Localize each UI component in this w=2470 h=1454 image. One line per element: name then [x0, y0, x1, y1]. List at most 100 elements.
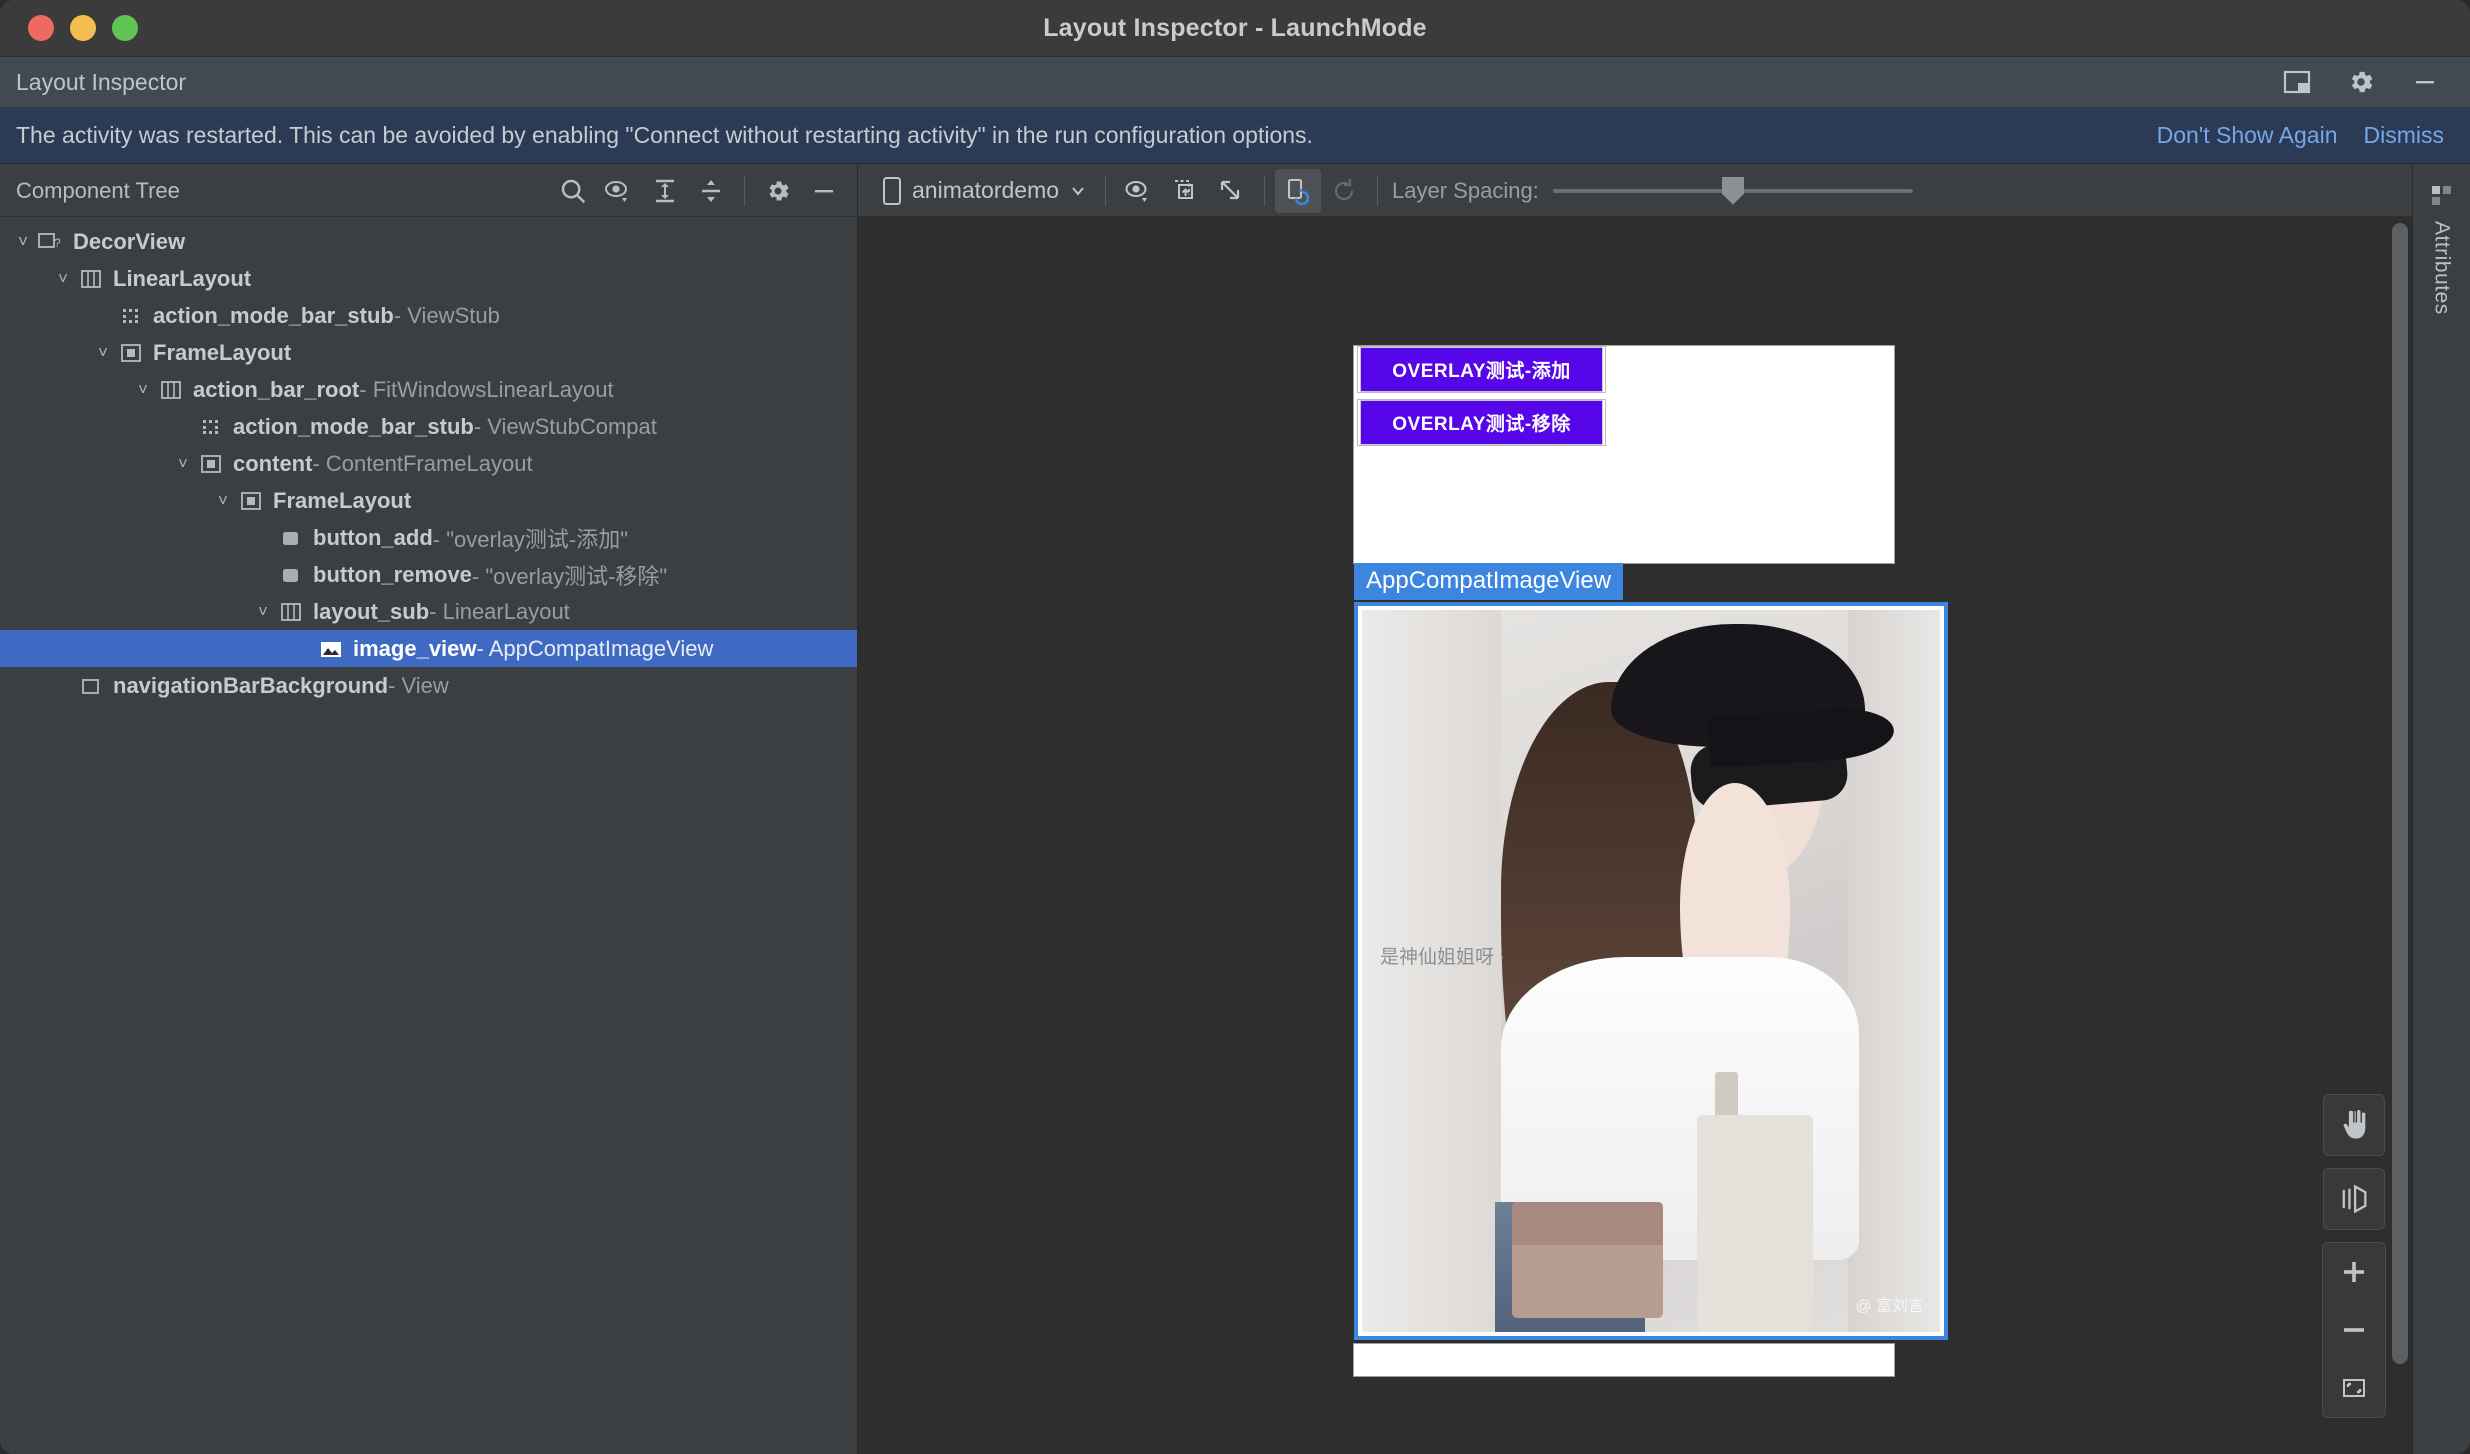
tree-expand-arrow[interactable]: ˅: [130, 380, 156, 400]
canvas-scrollbar[interactable]: [2392, 223, 2408, 1364]
tree-row-FrameLayout[interactable]: ˅ FrameLayout: [0, 334, 857, 371]
tree-row-button_add[interactable]: ˅button_add - "overlay测试-添加": [0, 519, 857, 556]
button-icon: [276, 525, 306, 551]
tree-row-action_mode_bar_stub[interactable]: ˅action_mode_bar_stub - ViewStub: [0, 297, 857, 334]
attributes-icon: [2429, 183, 2455, 209]
filter-eye-icon[interactable]: [596, 169, 642, 213]
tree-node-name: action_bar_root: [193, 376, 360, 402]
imageview-selection-region: AppCompatImageView 是神仙姐姐呀 · @ 富刘言: [1353, 563, 1948, 1377]
toolbar-divider: [1377, 175, 1379, 206]
notification-banner: The activity was restarted. This can be …: [0, 108, 2470, 164]
zoom-group: [2322, 1242, 2386, 1418]
device-canvas[interactable]: OVERLAY测试-添加 OVERLAY测试-移除 AppCompatImage…: [858, 217, 2412, 1454]
component-tree[interactable]: ˅?DecorView˅LinearLayout˅action_mode_bar…: [0, 217, 857, 1454]
selection-badge: AppCompatImageView: [1354, 563, 1624, 600]
screen-bottom-section: [1353, 1343, 1895, 1377]
viewstub-icon: [196, 414, 226, 440]
layer-spacing-label: Layer Spacing:: [1392, 177, 1539, 203]
dismiss-link[interactable]: Dismiss: [2364, 122, 2445, 149]
layer-spacing-slider[interactable]: [1552, 171, 1913, 211]
view-options-icon[interactable]: [1116, 169, 1162, 213]
live-updates-icon[interactable]: [1275, 168, 1322, 213]
button-icon: [276, 562, 306, 588]
tree-expand-arrow[interactable]: ˅: [170, 454, 196, 474]
tree-node-name: layout_sub: [313, 598, 430, 624]
tree-node-type: - ViewStubCompat: [473, 413, 657, 439]
tree-row-navigationBarBackground[interactable]: ˅navigationBarBackground - View: [0, 667, 857, 704]
zoom-in-icon[interactable]: [2323, 1243, 2385, 1301]
overlay-icon[interactable]: [1162, 169, 1208, 213]
window-title: Layout Inspector - LaunchMode: [1043, 13, 1427, 42]
device-name: animatordemo: [912, 177, 1060, 203]
tree-row-action_bar_root[interactable]: ˅ action_bar_root - FitWindowsLinearLayou…: [0, 371, 857, 408]
tree-node-type: - ContentFrameLayout: [312, 450, 533, 476]
layout-settings-icon[interactable]: [2282, 67, 2312, 97]
tree-node-name: image_view: [353, 635, 477, 661]
tree-expand-arrow[interactable]: ˅: [50, 269, 76, 289]
dont-show-again-link[interactable]: Don't Show Again: [2157, 122, 2338, 149]
tree-row-image_view[interactable]: ˅image_view - AppCompatImageView: [0, 630, 857, 667]
attributes-label[interactable]: Attributes: [2430, 221, 2454, 315]
chevron-down-icon: [1069, 182, 1087, 200]
tree-node-name: DecorView: [73, 228, 186, 254]
tree-row-content[interactable]: ˅ content - ContentFrameLayout: [0, 445, 857, 482]
tree-expand-arrow[interactable]: ˅: [210, 491, 236, 511]
button-add-slot: OVERLAY测试-添加: [1357, 346, 1606, 393]
refresh-icon[interactable]: [1321, 169, 1367, 213]
canvas-scrollbar-thumb[interactable]: [2392, 223, 2408, 1364]
screen-top-section: OVERLAY测试-添加 OVERLAY测试-移除: [1353, 345, 1895, 564]
tree-expand-arrow[interactable]: ˅: [90, 343, 116, 363]
gear-icon[interactable]: [755, 169, 801, 213]
photo-watermark-corner: @ 富刘言: [1855, 1298, 1924, 1315]
tree-node-type: - "overlay测试-移除": [471, 563, 668, 589]
decorview-icon: ?: [36, 229, 66, 255]
tree-expand-arrow[interactable]: ˅: [10, 232, 36, 252]
tree-node-type: - LinearLayout: [429, 598, 570, 624]
tree-row-action_mode_bar_stub[interactable]: ˅action_mode_bar_stub - ViewStubCompat: [0, 408, 857, 445]
tree-node-name: navigationBarBackground: [113, 672, 389, 698]
linearlayout-icon: [156, 377, 186, 403]
snapshot-icon[interactable]: [1208, 169, 1254, 213]
tree-row-FrameLayout[interactable]: ˅ FrameLayout: [0, 482, 857, 519]
tool-window-header: Layout Inspector: [0, 57, 2470, 108]
main-body: Component Tree ˅ ? DecorView ˅ LinearLay…: [0, 165, 2470, 1454]
button-remove-slot: OVERLAY测试-移除: [1357, 399, 1606, 446]
tree-row-button_remove[interactable]: ˅button_remove - "overlay测试-移除": [0, 556, 857, 593]
pan-hand-icon[interactable]: [2323, 1094, 2385, 1156]
tree-node-name: button_remove: [313, 561, 472, 587]
viewport-wrapper: animatordemo Layer Spacing: OVERLAY测试-添加…: [858, 165, 2412, 1454]
tree-row-LinearLayout[interactable]: ˅ LinearLayout: [0, 260, 857, 297]
minimize-icon[interactable]: [2410, 67, 2440, 97]
device-selector[interactable]: animatordemo: [874, 172, 1095, 210]
tree-node-type: - View: [388, 672, 449, 698]
tree-node-name: action_mode_bar_stub: [233, 413, 474, 439]
button-add[interactable]: OVERLAY测试-添加: [1360, 347, 1603, 392]
rotate-3d-icon[interactable]: [2323, 1168, 2385, 1230]
expand-all-icon[interactable]: [642, 169, 688, 213]
collapse-all-icon[interactable]: [688, 169, 734, 213]
minimize-icon[interactable]: [801, 169, 847, 213]
tree-node-name: action_mode_bar_stub: [153, 302, 394, 328]
framelayout-icon: [196, 451, 226, 477]
search-icon[interactable]: [550, 169, 596, 213]
zoom-to-fit-icon[interactable]: [2323, 1359, 2385, 1417]
framelayout-icon: [236, 488, 266, 514]
linearlayout-icon: [76, 266, 106, 292]
selected-imageview-bounds[interactable]: 是神仙姐姐呀 · @ 富刘言: [1354, 602, 1948, 1340]
tree-row-layout_sub[interactable]: ˅ layout_sub - LinearLayout: [0, 593, 857, 630]
preview-photo: 是神仙姐姐呀 · @ 富刘言: [1362, 610, 1940, 1332]
tree-row-DecorView[interactable]: ˅? DecorView: [0, 223, 857, 260]
tree-node-type: - AppCompatImageView: [476, 635, 714, 661]
attributes-tool-strip[interactable]: Attributes: [2412, 165, 2470, 1454]
tree-expand-arrow[interactable]: ˅: [250, 602, 276, 622]
tree-node-name: FrameLayout: [273, 487, 412, 513]
device-render: OVERLAY测试-添加 OVERLAY测试-移除 AppCompatImage…: [1353, 340, 1948, 1377]
tree-node-type: - "overlay测试-添加": [432, 526, 629, 552]
tree-node-name: FrameLayout: [153, 339, 292, 365]
zoom-out-icon[interactable]: [2323, 1301, 2385, 1359]
toolbar-divider: [1264, 175, 1266, 206]
viewstub-icon: [116, 303, 146, 329]
gear-icon[interactable]: [2346, 67, 2376, 97]
button-remove[interactable]: OVERLAY测试-移除: [1360, 400, 1603, 445]
slider-thumb[interactable]: [1721, 176, 1744, 205]
